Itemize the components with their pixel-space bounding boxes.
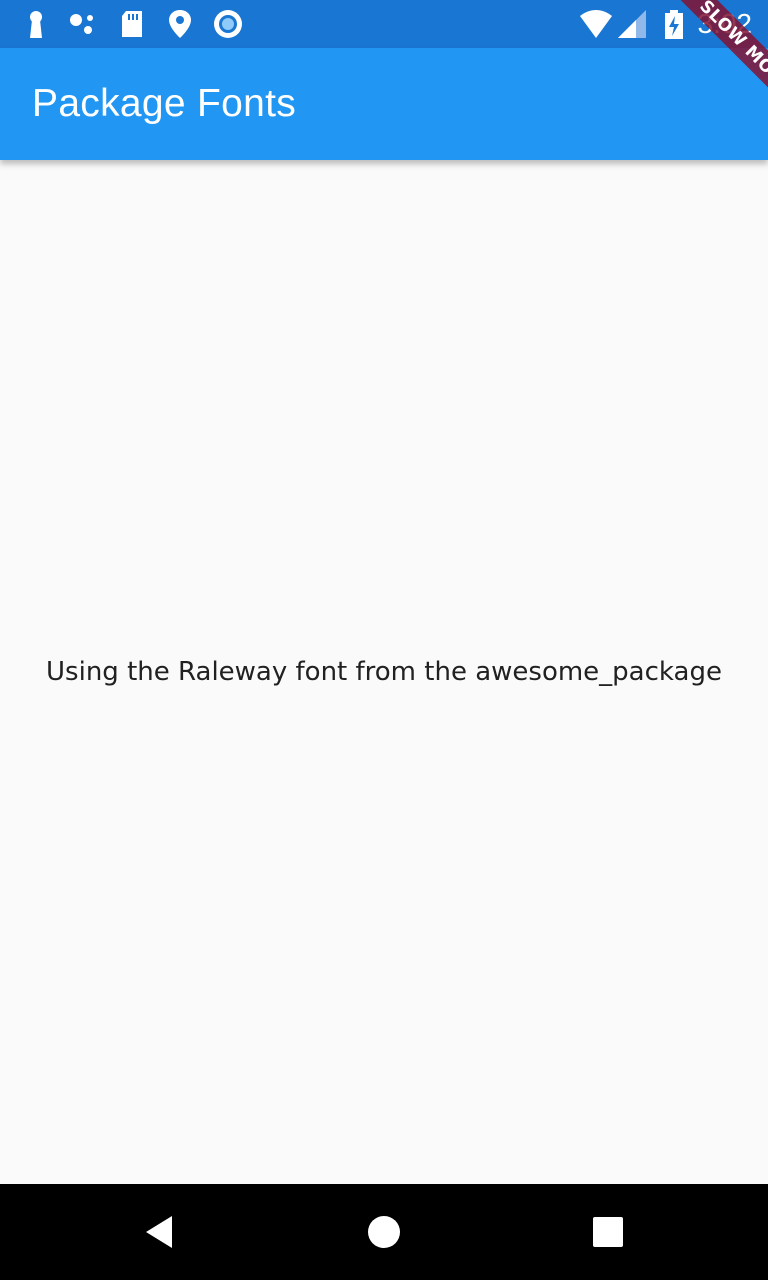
sd-card-icon [116, 8, 148, 40]
content-area: Using the Raleway font from the awesome_… [0, 160, 768, 1184]
slow-mode-banner: SLOW MODE [628, 0, 768, 140]
page-title: Package Fonts [32, 82, 297, 125]
record-icon [212, 8, 244, 40]
home-icon[interactable] [360, 1208, 408, 1256]
screen: 3:02 Package Fonts Using the Raleway fon… [0, 0, 768, 1280]
body-text: Using the Raleway font from the awesome_… [46, 657, 722, 687]
keyhole-icon [20, 8, 52, 40]
location-pin-icon [164, 8, 196, 40]
wifi-icon [580, 8, 612, 40]
recents-icon[interactable] [584, 1208, 632, 1256]
navigation-bar [0, 1184, 768, 1280]
slow-mode-label: SLOW MODE [666, 0, 768, 127]
back-icon[interactable] [136, 1208, 184, 1256]
dots-icon [68, 8, 100, 40]
